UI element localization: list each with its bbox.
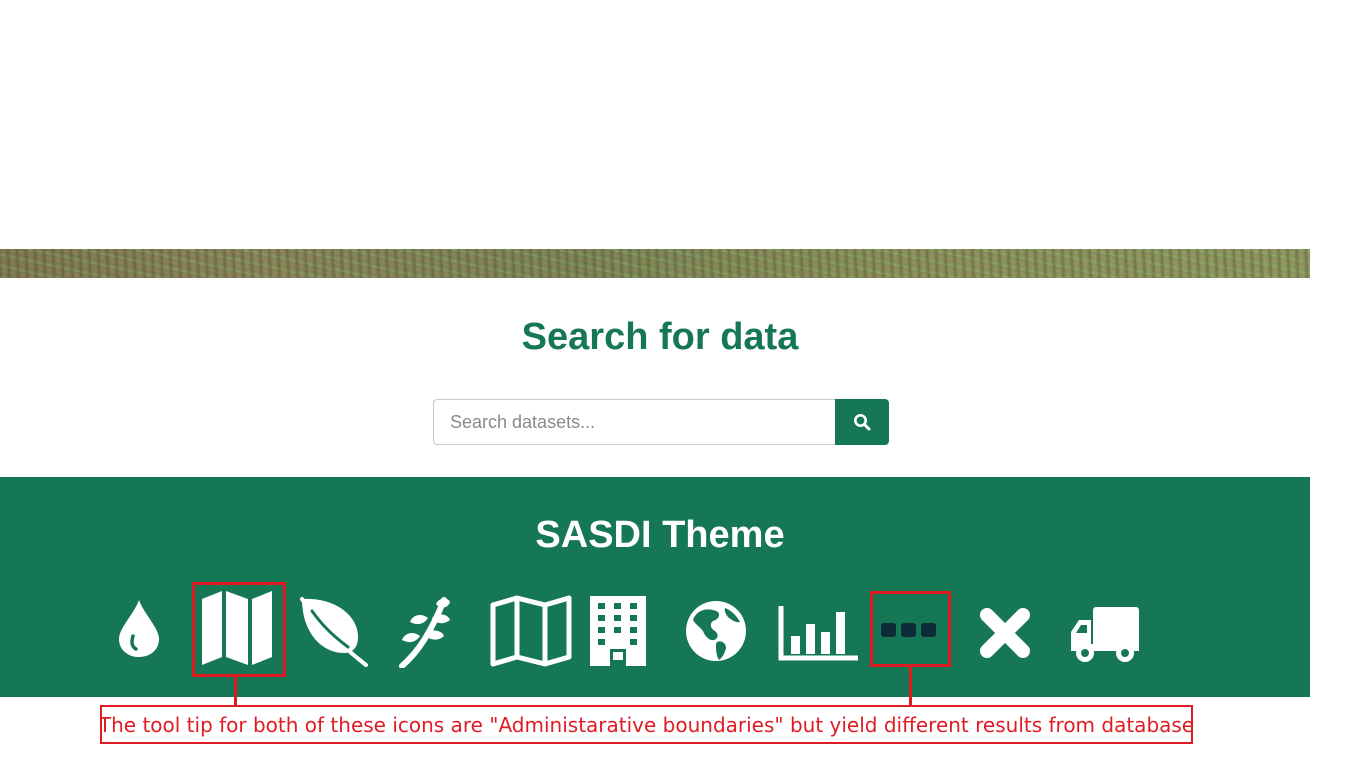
- truck-icon[interactable]: [1069, 606, 1141, 664]
- hero-banner-image: [0, 249, 1310, 278]
- connector-line-left: [234, 677, 237, 705]
- leaf-icon[interactable]: [296, 595, 368, 667]
- search-input[interactable]: [433, 399, 835, 445]
- bar-chart-icon[interactable]: [778, 604, 860, 662]
- search-form: [433, 399, 889, 445]
- search-title: Search for data: [521, 316, 799, 358]
- page: Search for data SASDI Theme: [0, 0, 1366, 768]
- building-icon[interactable]: [589, 595, 647, 667]
- globe-americas-icon[interactable]: [685, 600, 747, 662]
- highlight-box-ellipsis-icon: [870, 591, 951, 667]
- highlight-box-map-icon: [192, 582, 286, 677]
- search-button[interactable]: [835, 399, 889, 445]
- water-drop-icon[interactable]: [117, 598, 161, 658]
- cross-icon[interactable]: [979, 607, 1031, 659]
- connector-line-right: [909, 667, 912, 705]
- annotation-note: The tool tip for both of these icons are…: [100, 705, 1193, 744]
- seedling-icon[interactable]: [398, 596, 458, 668]
- annotation-text: The tool tip for both of these icons are…: [100, 712, 1193, 737]
- theme-title: SASDI Theme: [535, 514, 785, 556]
- search-icon: [854, 414, 871, 431]
- folded-map-outline-icon[interactable]: [489, 595, 573, 667]
